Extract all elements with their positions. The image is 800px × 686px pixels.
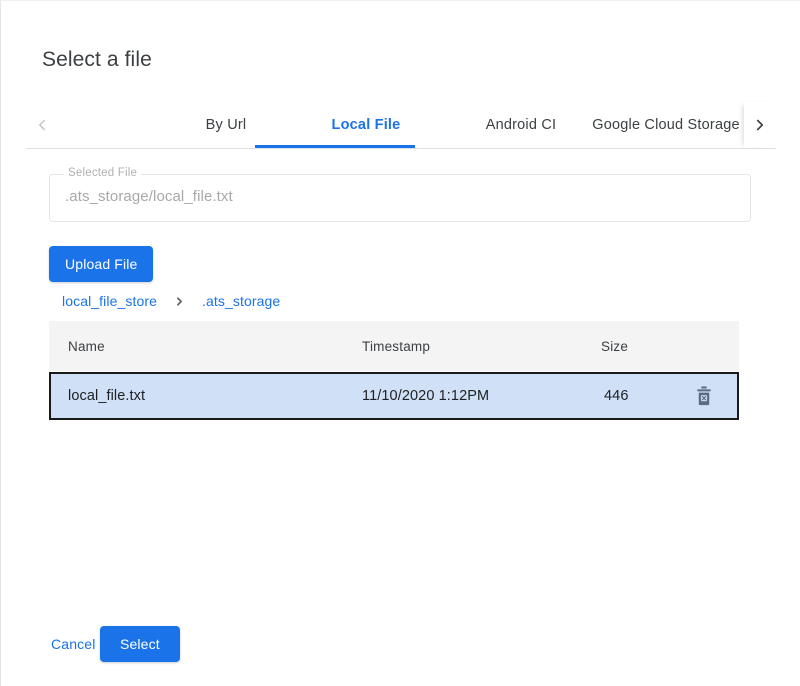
breadcrumb-item-0[interactable]: local_file_store (62, 293, 157, 309)
cell-name: local_file.txt (68, 374, 145, 418)
tabs-scroll-left-button[interactable] (26, 102, 58, 148)
breadcrumb-item-1[interactable]: .ats_storage (202, 293, 280, 309)
selected-file-label: Selected File (64, 167, 141, 179)
select-file-dialog: Select a file By UrlLocal FileAndroid CI… (0, 0, 800, 686)
selected-file-value: .ats_storage/local_file.txt (65, 188, 233, 205)
delete-file-button[interactable] (686, 374, 722, 418)
table-row[interactable]: local_file.txt 11/10/2020 1:12PM 446 (49, 372, 739, 420)
dialog-title: Select a file (42, 45, 152, 75)
upload-file-button[interactable]: Upload File (49, 246, 153, 282)
file-table-header: Name Timestamp Size (49, 321, 739, 371)
selected-file-input[interactable]: Selected File .ats_storage/local_file.tx… (49, 174, 751, 222)
tab-bar: By UrlLocal FileAndroid CIGoogle Cloud S… (26, 102, 776, 149)
chevron-right-icon (751, 116, 769, 134)
active-tab-indicator (255, 145, 415, 148)
breadcrumb: local_file_store .ats_storage (62, 291, 280, 311)
column-header-size[interactable]: Size (601, 321, 628, 371)
tab-google-cloud-storage[interactable]: Google Cloud Storage (566, 102, 766, 148)
select-button[interactable]: Select (100, 626, 180, 662)
tabs-scroll-right-button[interactable] (744, 102, 776, 148)
tab-bar-divider (26, 148, 776, 149)
column-header-timestamp[interactable]: Timestamp (362, 321, 430, 371)
chevron-left-icon (33, 116, 51, 134)
cell-size: 446 (604, 374, 629, 418)
cancel-button[interactable]: Cancel (41, 626, 105, 662)
file-table: Name Timestamp Size local_file.txt 11/10… (49, 321, 739, 420)
tab-by-url[interactable]: By Url (166, 102, 286, 148)
column-header-name[interactable]: Name (68, 321, 105, 371)
tab-list: By UrlLocal FileAndroid CIGoogle Cloud S… (60, 102, 736, 148)
cell-timestamp: 11/10/2020 1:12PM (362, 374, 489, 418)
tab-local-file[interactable]: Local File (286, 102, 446, 148)
trash-delete-icon (695, 386, 713, 406)
breadcrumb-separator (173, 295, 186, 308)
